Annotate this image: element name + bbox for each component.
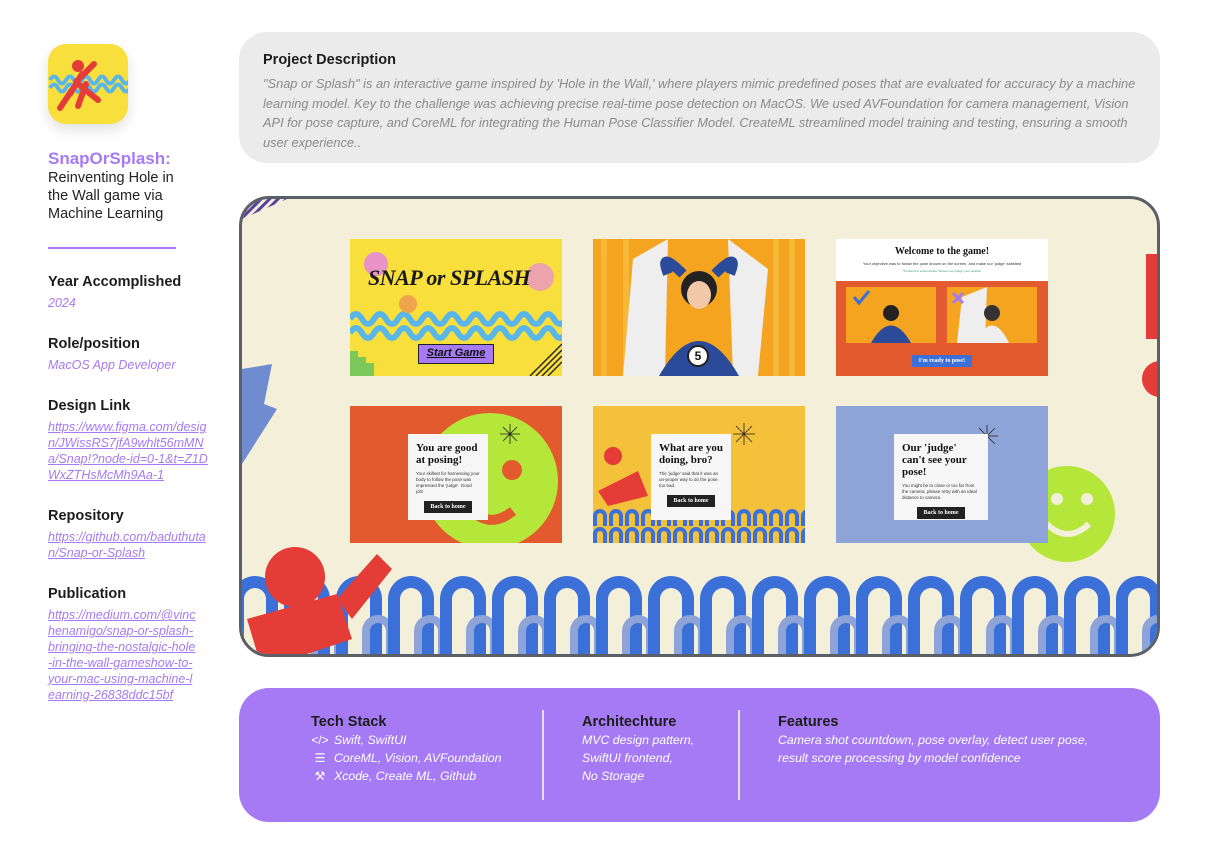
good-title: You are good at posing! (416, 442, 478, 466)
bad-text: The 'judge' said that it was an un-prope… (659, 471, 719, 488)
decor-arch (769, 509, 783, 526)
description-text: "Snap or Splash" is an interactive game … (263, 76, 1136, 150)
bad-dialog: What are you doing, bro? The 'judge' sai… (651, 434, 731, 520)
welcome-note: *Portrait the screen below *Ensure our '… (902, 269, 982, 273)
ready-button[interactable]: I'm ready to pose! (912, 355, 972, 367)
decor-arch (721, 527, 735, 543)
decor-arch (625, 527, 639, 543)
tech-stack-column: Tech Stack </> Swift, SwiftUI ☰ CoreML, Vi… (311, 714, 501, 784)
repo-section: Repository https://github.com/baduthutan… (48, 507, 218, 561)
tech-item: </> Swift, SwiftUI (311, 733, 501, 748)
cant-see-title: Our 'judge' can't see your pose! (902, 442, 967, 478)
arch-item: SwiftUI frontend, (582, 751, 673, 765)
design-label: Design Link (48, 398, 131, 414)
publication-section: Publication https://medium.com/@vinchena… (48, 585, 218, 703)
code-icon: </> (311, 733, 329, 747)
tech-item-label: CoreML, Vision, AVFoundation (334, 751, 502, 765)
tech-item-label: Swift, SwiftUI (334, 733, 407, 747)
decor-arch (641, 527, 655, 543)
app-subtitle: Reinventing Hole in the Wall game via Ma… (48, 170, 174, 222)
decor-arch (801, 527, 805, 543)
features-column: Features Camera shot countdown, pose ove… (778, 714, 1088, 766)
cant-see-back-button[interactable]: Back to home (917, 507, 965, 519)
welcome-title: Welcome to the game! (894, 246, 990, 257)
good-back-button[interactable]: Back to home (424, 501, 472, 513)
decor-arch (737, 509, 751, 526)
tech-item-label: Xcode, Create ML, Github (334, 769, 477, 783)
good-text: Your skillset for harnessing your body t… (416, 471, 480, 494)
decor-arch (801, 509, 805, 526)
column-divider (738, 710, 740, 800)
tech-item: ⚒ Xcode, Create ML, Github (311, 769, 501, 784)
countdown-number: 5 (687, 345, 709, 367)
repo-label: Repository (48, 508, 124, 524)
features-title: Features (778, 714, 839, 730)
decor-arch (609, 509, 623, 526)
arch-item: MVC design pattern, (582, 733, 695, 747)
bad-title: What are you doing, bro? (659, 442, 723, 466)
decor-arch (769, 527, 783, 543)
column-divider (542, 710, 544, 800)
user-pose-image (947, 287, 1037, 343)
app-icon (48, 44, 128, 124)
divider (48, 247, 176, 249)
layers-icon: ☰ (314, 751, 326, 765)
cant-see-text: You might be to close or too far from th… (902, 483, 977, 500)
sidebar: SnapOrSplash: Reinventing Hole in the Wa… (48, 44, 218, 703)
feature-item: result score processing by model confide… (778, 751, 1021, 765)
architecture-title: Architechture (582, 714, 677, 730)
tech-item: ☰ CoreML, Vision, AVFoundation (311, 751, 502, 766)
design-section: Design Link https://www.figma.com/design… (48, 397, 218, 483)
start-logo-text: SNAP or SPLASH (368, 265, 531, 290)
decor-arch (753, 527, 767, 543)
welcome-text: Your objective was to follow the pose sh… (862, 261, 1022, 266)
screen-cant-see: Our 'judge' can't see your pose! You mig… (836, 406, 1048, 543)
tech-stack-title: Tech Stack (311, 714, 387, 730)
design-link[interactable]: https://www.figma.com/design/JWissRS7jfA… (48, 419, 208, 483)
publication-link[interactable]: https://medium.com/@vinchenamigo/snap-or… (48, 607, 198, 703)
target-pose-image (846, 287, 936, 343)
architecture-column: Architechture MVC design pattern, SwiftU… (582, 714, 694, 784)
decor-arch (673, 527, 687, 543)
role-section: Role/position MacOS App Developer (48, 335, 218, 373)
bad-back-button[interactable]: Back to home (667, 495, 715, 507)
decor-arch (593, 527, 607, 543)
arch-item: No Storage (582, 769, 645, 783)
decor-arch (753, 509, 767, 526)
decor-arch (593, 509, 607, 526)
project-description-card: Project Description "Snap or Splash" is … (239, 32, 1160, 163)
repo-link[interactable]: https://github.com/baduthutan/Snap-or-Sp… (48, 529, 208, 561)
info-bar: Tech Stack </> Swift, SwiftUI ☰ CoreML, Vi… (239, 688, 1160, 822)
year-label: Year Accomplished (48, 274, 182, 290)
good-dialog: You are good at posing! Your skillset fo… (408, 434, 488, 520)
feature-item: Camera shot countdown, pose overlay, det… (778, 733, 1089, 747)
decor-arch (705, 527, 719, 543)
screens-showcase: SNAP or SPLASH Start Game 5 Welcome to t… (239, 196, 1160, 657)
description-title: Project Description (263, 52, 396, 68)
app-title: SnapOrSplash: (48, 149, 171, 168)
decor-arch (689, 527, 703, 543)
screen-start: SNAP or SPLASH Start Game (350, 239, 562, 376)
role-value: MacOS App Developer (48, 358, 176, 372)
start-game-button[interactable]: Start Game (418, 344, 494, 364)
publication-label: Publication (48, 586, 127, 602)
screen-bad: What are you doing, bro? The 'judge' sai… (593, 406, 805, 543)
hammer-icon: ⚒ (314, 769, 326, 783)
decor-arch (625, 509, 639, 526)
role-label: Role/position (48, 336, 140, 352)
decor-arch (785, 527, 799, 543)
cant-see-dialog: Our 'judge' can't see your pose! You mig… (894, 434, 988, 520)
year-section: Year Accomplished 2024 (48, 273, 218, 311)
screen-countdown: 5 (593, 239, 805, 376)
decor-arch (785, 509, 799, 526)
year-value: 2024 (48, 296, 76, 310)
decor-arch (737, 527, 751, 543)
decor-arch (657, 527, 671, 543)
screen-good: You are good at posing! Your skillset fo… (350, 406, 562, 543)
screen-welcome: Welcome to the game! Your objective was … (836, 239, 1048, 376)
decor-arch (609, 527, 623, 543)
